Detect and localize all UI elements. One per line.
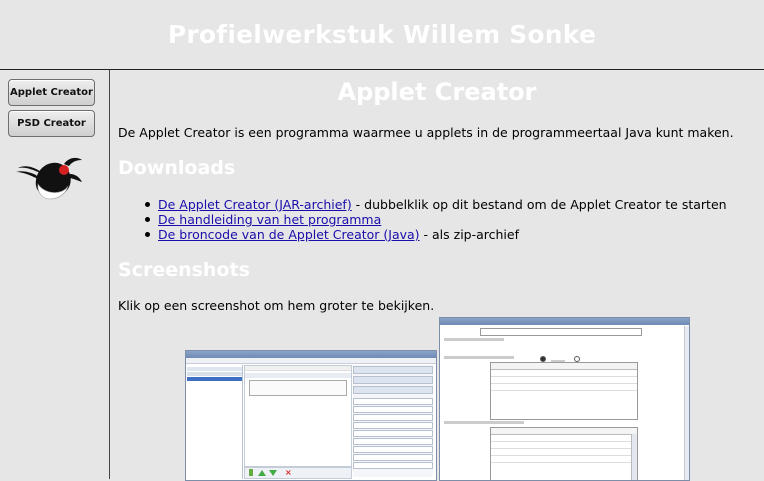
main-content: Applet Creator De Applet Creator is een …	[110, 70, 764, 481]
site-title: Profielwerkstuk Willem Sonke	[167, 20, 597, 49]
download-jar-note: - dubbelklik op dit bestand om de Applet…	[351, 197, 727, 212]
download-jar-link[interactable]: De Applet Creator (JAR-archief)	[158, 197, 352, 212]
java-duke-logo	[16, 157, 82, 200]
downloads-list: De Applet Creator (JAR-archief) - dubbel…	[140, 197, 727, 242]
nav-button-applet-creator[interactable]: Applet Creator	[8, 79, 95, 106]
screenshot-thumbnail-editor[interactable]: ×	[185, 350, 437, 481]
intro-text: De Applet Creator is een programma waarm…	[118, 125, 734, 140]
screenshot-thumbnail-method-dialog[interactable]	[439, 317, 690, 481]
list-item: De handleiding van het programma	[140, 212, 727, 227]
nav-button-psd-creator[interactable]: PSD Creator	[8, 110, 95, 137]
screenshots-heading: Screenshots	[118, 259, 250, 281]
downloads-heading: Downloads	[118, 157, 236, 179]
download-source-note: - als zip-archief	[419, 227, 520, 242]
screenshots-note: Klik op een screenshot om hem groter te …	[118, 298, 435, 313]
page-title: Applet Creator	[337, 78, 537, 106]
site-header: Profielwerkstuk Willem Sonke	[0, 0, 764, 70]
list-item: De Applet Creator (JAR-archief) - dubbel…	[140, 197, 727, 212]
download-manual-link[interactable]: De handleiding van het programma	[158, 212, 381, 227]
sidebar: Applet Creator PSD Creator	[0, 70, 110, 479]
list-item: De broncode van de Applet Creator (Java)…	[140, 227, 727, 242]
download-source-link[interactable]: De broncode van de Applet Creator (Java)	[158, 227, 420, 242]
